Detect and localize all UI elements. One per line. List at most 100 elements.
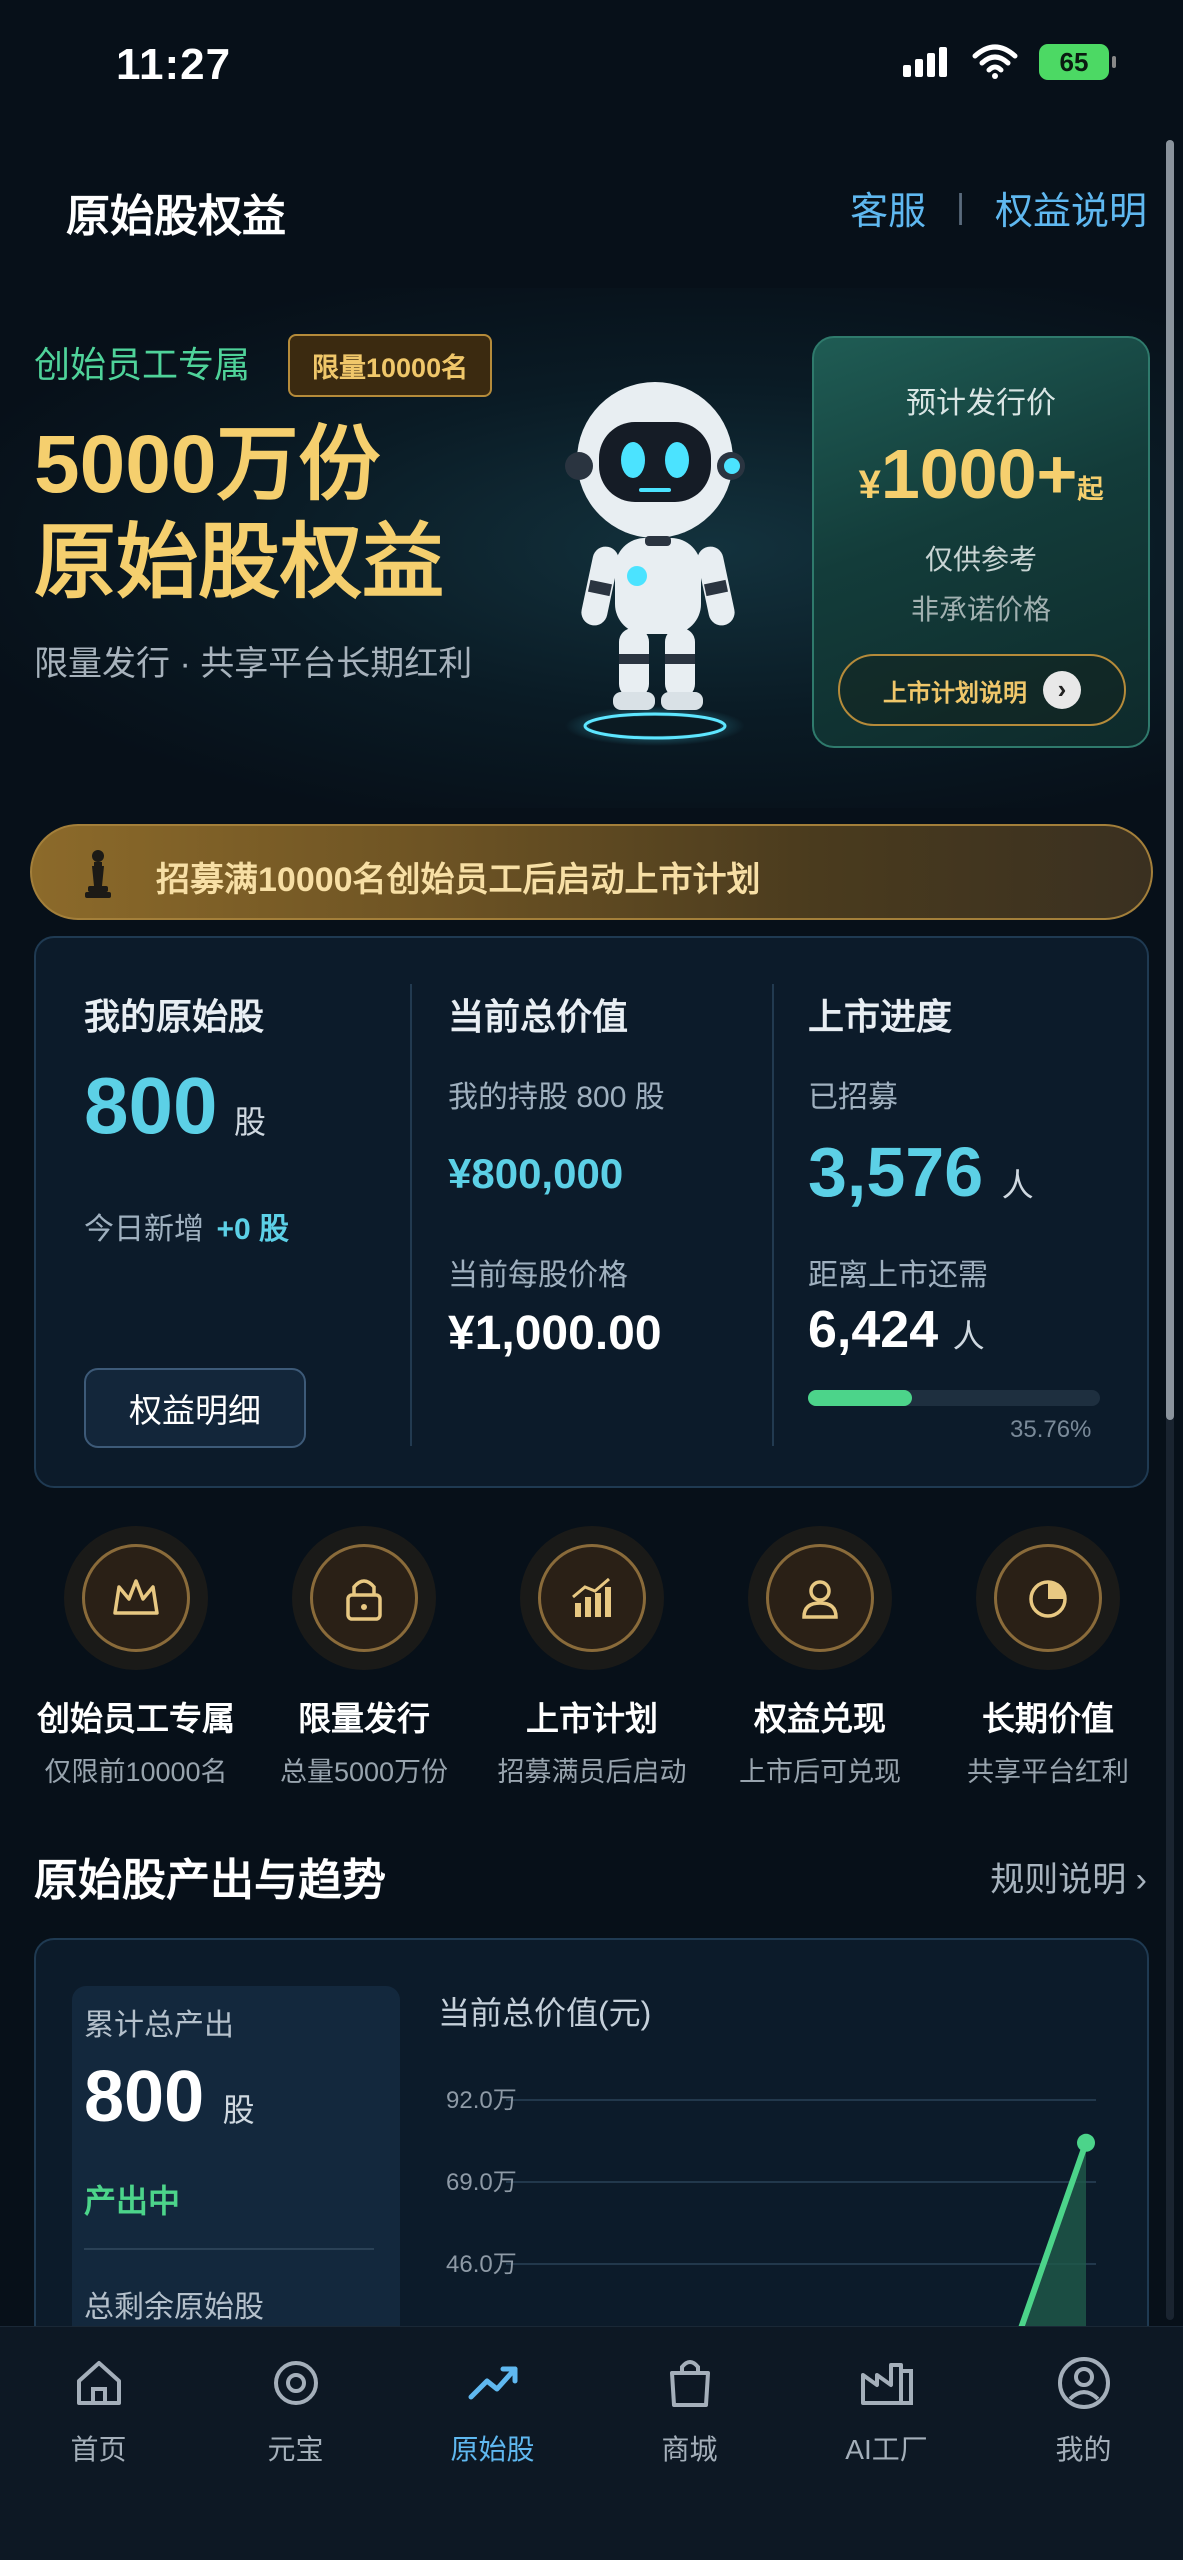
total-value-title: 当前总价值 [448,996,629,1037]
listing-progress-fill [808,1390,913,1406]
tab-mall[interactable]: 商城 [591,2351,788,2468]
hero-title-line1: 5000万份 [34,419,381,510]
status-icons: 65 [901,44,1116,80]
header: 原始股权益 客服 | 权益说明 [0,140,1183,280]
feature-title: 长期价值 [982,1700,1114,1737]
column-divider [772,984,774,1446]
my-shares-title: 我的原始股 [84,996,265,1037]
tab-original-shares[interactable]: 原始股 [394,2351,591,2468]
feature-subtitle: 总量5000万份 [279,1757,449,1787]
price-number: 1000+ [880,435,1078,513]
chart-ytick-label: 92.0万 [446,2087,517,2114]
rights-info-link[interactable]: 权益说明 [995,180,1147,235]
feature-icon-ring [976,1526,1120,1670]
limited-badge: 限量10000名 [288,334,493,397]
feature-subtitle: 上市后可兑现 [739,1757,901,1787]
remaining-unit: 人 [952,1318,985,1354]
today-new-row: 今日新增 +0 股 [84,1204,289,1248]
recruit-banner: 招募满10000名创始员工后启动上市计划 [30,824,1153,920]
tab-home[interactable]: 首页 [0,2351,197,2468]
recruited-row: 3,576 人 [808,1132,1034,1212]
section-title: 原始股产出与趋势 [34,1856,386,1905]
hero-section: 创始员工专属 限量10000名 5000万份 原始股权益 限量发行 · 共享平台… [0,288,1183,808]
today-new-value: +0 股 [216,1213,289,1246]
listing-progress-bar [808,1390,1100,1406]
total-value-amount: ¥800,000 [448,1150,624,1197]
feature-title: 权益兑现 [754,1700,886,1737]
price-value: ¥1000+起 [814,434,1148,514]
rights-detail-button[interactable]: 权益明细 [84,1368,306,1448]
listing-plan-button[interactable]: 上市计划说明 › [838,654,1126,726]
tab-ai-factory[interactable]: AI工厂 [788,2351,985,2468]
price-note-disclaimer: 非承诺价格 [910,594,1051,625]
feature-rights-redeem[interactable]: 权益兑现 上市后可兑现 [706,1526,934,1789]
feature-subtitle: 招募满员后启动 [497,1757,687,1787]
my-shares-unit: 股 [233,1104,266,1140]
total-output-label: 累计总产出 [84,2009,234,2042]
tab-label: 我的 [1055,2434,1112,2465]
feature-limited-issue[interactable]: 限量发行 总量5000万份 [250,1526,478,1789]
tab-label: 原始股 [450,2434,535,2465]
rules-link[interactable]: 规则说明 › [990,1852,1147,1901]
feature-icon-ring [64,1526,208,1670]
column-divider [410,984,412,1446]
shopping-bag-icon [669,2360,710,2407]
growth-chart-icon [572,1577,611,1617]
listing-progress-title: 上市进度 [808,996,953,1037]
banner-text: 招募满10000名创始员工后启动上市计划 [156,861,761,899]
hero-title-line2: 原始股权益 [34,517,445,608]
hero-subtitle: 限量发行 · 共享平台长期红利 [34,645,473,683]
total-output-unit: 股 [222,2092,255,2128]
holding-label: 我的持股 800 股 [448,1081,665,1114]
factory-icon [860,2363,913,2405]
chart-ytick-label: 46.0万 [446,2251,517,2278]
feature-icon-badge [310,1544,418,1652]
listing-progress-percent: 35.76% [1010,1416,1092,1443]
tab-bar: 首页 元宝 原始股 商城 AI工厂 我的 [0,2326,1183,2560]
tab-profile[interactable]: 我的 [985,2351,1182,2468]
recruited-label: 已招募 [808,1081,898,1114]
feature-icon-badge [994,1544,1102,1652]
tab-coin[interactable]: 元宝 [197,2351,394,2468]
feature-icon-badge [538,1544,646,1652]
scrollbar-thumb[interactable] [1166,140,1174,1420]
scrollbar[interactable] [1166,140,1174,2320]
signal-icon [903,47,947,77]
remaining-label: 距离上市还需 [808,1259,988,1292]
user-badge-icon [802,1580,838,1619]
status-time: 11:27 [116,40,232,89]
feature-icon-ring [748,1526,892,1670]
pie-chart-icon [1029,1580,1067,1618]
header-links: 客服 | 权益说明 [850,180,1147,235]
remaining-shares-label: 总剩余原始股 [84,2291,264,2324]
feature-title: 限量发行 [298,1700,430,1737]
feature-long-term-value[interactable]: 长期价值 共享平台红利 [934,1526,1162,1789]
listing-plan-button-label: 上市计划说明 [883,679,1027,707]
price-currency: ¥ [858,463,881,507]
price-suffix: 起 [1077,474,1104,504]
chart-title: 当前总价值(元) [438,1995,652,2031]
battery-icon: 65 [1039,44,1116,80]
total-output-row: 800 股 [84,2056,255,2138]
feature-founder-exclusive[interactable]: 创始员工专属 仅限前10000名 [22,1526,250,1789]
profile-icon [1057,2357,1110,2409]
tab-label: 元宝 [267,2434,324,2465]
chevron-right-icon: › [1043,671,1081,709]
stats-card: 我的原始股 800 股 今日新增 +0 股 权益明细 当前总价值 我的持股 80… [34,936,1149,1488]
coin-icon [273,2361,318,2405]
battery-level: 65 [1059,46,1089,77]
customer-service-link[interactable]: 客服 [850,180,926,235]
chess-pawn-icon [85,850,111,898]
feature-subtitle: 仅限前10000名 [44,1757,228,1787]
page-title: 原始股权益 [66,192,286,241]
feature-icon-ring [292,1526,436,1670]
feature-icon-badge [766,1544,874,1652]
remaining-value: 6,424 [808,1301,939,1359]
chart-ytick-label: 69.0万 [446,2169,517,2196]
feature-listing-plan[interactable]: 上市计划 招募满员后启动 [478,1526,706,1789]
hero-tag: 创始员工专属 [34,344,251,385]
share-price-label: 当前每股价格 [448,1259,628,1292]
feature-title: 上市计划 [526,1700,658,1737]
feature-title: 创始员工专属 [37,1700,235,1737]
tab-label: 首页 [70,2434,127,2465]
